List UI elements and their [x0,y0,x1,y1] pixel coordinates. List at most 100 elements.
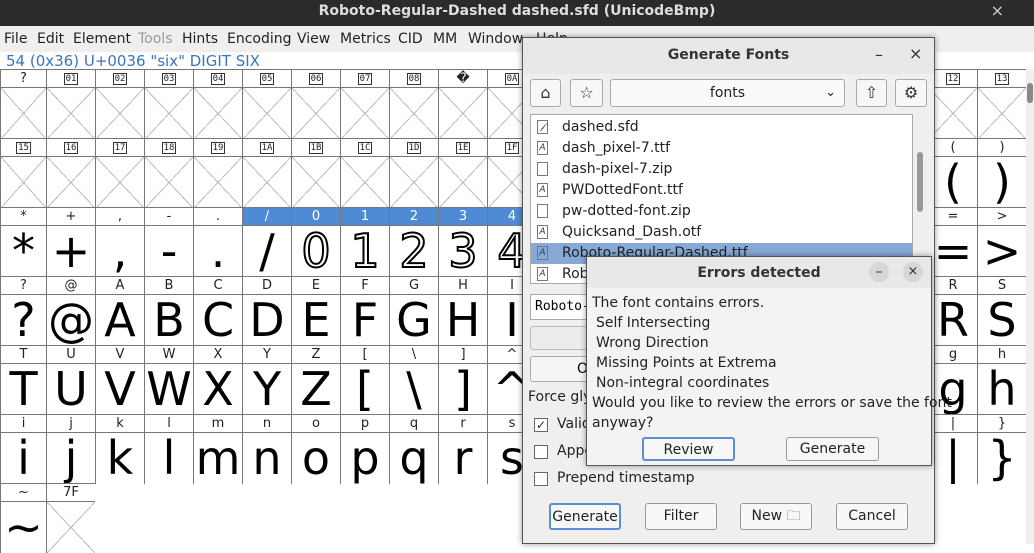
menu-mm[interactable]: MM [433,31,457,47]
glyph-cell[interactable]: kk [95,414,144,484]
glyph-cell[interactable]: (( [928,138,977,208]
glyph-cell[interactable]: / / [242,207,291,277]
glyph-cell[interactable]: hh [977,345,1026,415]
glyph-cell[interactable]: + + [46,207,95,277]
glyph-cell[interactable]: XX [193,345,242,415]
file-list-item[interactable]: A PWDottedFont.ttf [531,180,912,201]
glyph-cell[interactable]: ZZ [291,345,340,415]
file-list-item[interactable]: pw-dotted-font.zip [531,201,912,222]
glyph-cell[interactable]: )) [977,138,1026,208]
glyph-cell[interactable]: 04 [193,69,242,139]
font-view-scrollbar[interactable] [1026,69,1034,544]
cancel-button[interactable]: Cancel [836,503,908,530]
filter-button[interactable]: Filter [645,503,717,530]
glyph-cell[interactable]: 06 [291,69,340,139]
glyph-cell[interactable]: CC [193,276,242,346]
folder-dropdown[interactable]: fonts ⌄ [610,79,845,107]
glyph-cell[interactable]: BB [144,276,193,346]
glyph-cell[interactable]: ? [0,69,46,139]
generate-button[interactable]: Generate [549,503,621,530]
glyph-cell[interactable]: [[ [340,345,389,415]
glyph-cell[interactable]: 1A [242,138,291,208]
menu-view[interactable]: View [297,31,330,47]
glyph-cell[interactable]: .. [193,207,242,277]
glyph-cell[interactable]: 1D [389,138,438,208]
glyph-cell[interactable]: 00 [291,207,340,277]
scrollbar-thumb[interactable] [1027,83,1033,103]
glyph-cell[interactable]: }} [977,414,1026,484]
glyph-cell[interactable]: ]] [438,345,487,415]
glyph-cell[interactable]: ?? [0,276,46,346]
glyph-cell[interactable]: GG [389,276,438,346]
glyph-cell[interactable]: 13 [977,69,1026,139]
parent-folder-button[interactable]: ⇧ [856,79,887,107]
glyph-cell[interactable]: qq [389,414,438,484]
new-folder-button[interactable]: New 🗀 [740,503,812,530]
error-generate-button[interactable]: Generate [786,437,879,461]
options-button[interactable]: Options [530,356,590,382]
review-button[interactable]: Review [642,437,735,461]
glyph-cell[interactable]: jj [46,414,95,484]
bookmark-button[interactable]: ☆ [570,79,603,107]
home-button[interactable]: ⌂ [530,79,561,107]
glyph-cell[interactable]: 02 [95,69,144,139]
glyph-cell[interactable]: 33 [438,207,487,277]
glyph-cell[interactable]: TT [0,345,46,415]
glyph-cell[interactable]: 08 [389,69,438,139]
menu-edit[interactable]: Edit [37,31,64,47]
glyph-cell[interactable]: WW [144,345,193,415]
glyph-cell[interactable]: ,, [95,207,144,277]
menu-cid[interactable]: CID [398,31,423,47]
settings-button[interactable]: ⚙ [895,79,927,107]
menu-tools[interactable]: Tools [138,31,173,47]
glyph-cell[interactable]: VV [95,345,144,415]
glyph-cell[interactable]: 19 [193,138,242,208]
file-list-item[interactable]: 𝒻 dashed.sfd [531,117,912,138]
glyph-cell[interactable]: \ \ [389,345,438,415]
menu-file[interactable]: File [4,31,27,47]
prepend-timestamp-checkbox[interactable] [534,472,548,486]
menu-hints[interactable]: Hints [182,31,218,47]
minimize-icon[interactable]: – [875,45,883,64]
glyph-cell[interactable]: 05 [242,69,291,139]
validate-checkbox[interactable]: ✓ [534,418,548,432]
glyph-cell[interactable]: � [438,69,487,139]
close-icon[interactable]: × [909,44,922,63]
glyph-cell[interactable]: 11 [340,207,389,277]
glyph-cell[interactable]: EE [291,276,340,346]
glyph-cell[interactable]: oo [291,414,340,484]
glyph-cell[interactable]: HH [438,276,487,346]
glyph-cell[interactable]: YY [242,345,291,415]
glyph-cell[interactable]: > > [977,207,1026,277]
append-fontlog-checkbox[interactable] [534,445,548,459]
glyph-cell[interactable]: rr [438,414,487,484]
file-list-item[interactable]: A Quicksand_Dash.otf [531,222,912,243]
glyph-cell[interactable]: DD [242,276,291,346]
glyph-cell[interactable]: 1C [340,138,389,208]
glyph-cell[interactable]: 22 [389,207,438,277]
close-icon[interactable]: × [903,262,923,282]
glyph-cell[interactable]: 01 [46,69,95,139]
filename-input[interactable]: Roboto-Regular-Dashed.ttf [530,294,590,320]
glyph-cell[interactable]: mm [193,414,242,484]
glyph-cell[interactable]: pp [340,414,389,484]
file-list-item[interactable]: Adash_pixel-7.ttf [531,138,912,159]
glyph-cell[interactable]: 1B [291,138,340,208]
menu-metrics[interactable]: Metrics [340,31,391,47]
glyph-cell[interactable]: ~ ~ [0,483,46,553]
scrollbar-thumb[interactable] [917,152,923,212]
glyph-cell[interactable]: -- [144,207,193,277]
glyph-cell[interactable]: @ @ [46,276,95,346]
glyph-cell[interactable]: 1E [438,138,487,208]
glyph-cell[interactable]: 16 [46,138,95,208]
glyph-cell[interactable]: = = [928,207,977,277]
glyph-cell[interactable]: 17 [95,138,144,208]
glyph-cell[interactable]: ii [0,414,46,484]
glyph-cell[interactable]: FF [340,276,389,346]
format-select[interactable] [530,326,590,350]
menu-window[interactable]: Window [468,31,523,47]
menu-encoding[interactable]: Encoding [227,31,292,47]
window-close-icon[interactable]: × [991,1,1004,20]
glyph-cell[interactable]: nn [242,414,291,484]
glyph-cell[interactable]: 03 [144,69,193,139]
